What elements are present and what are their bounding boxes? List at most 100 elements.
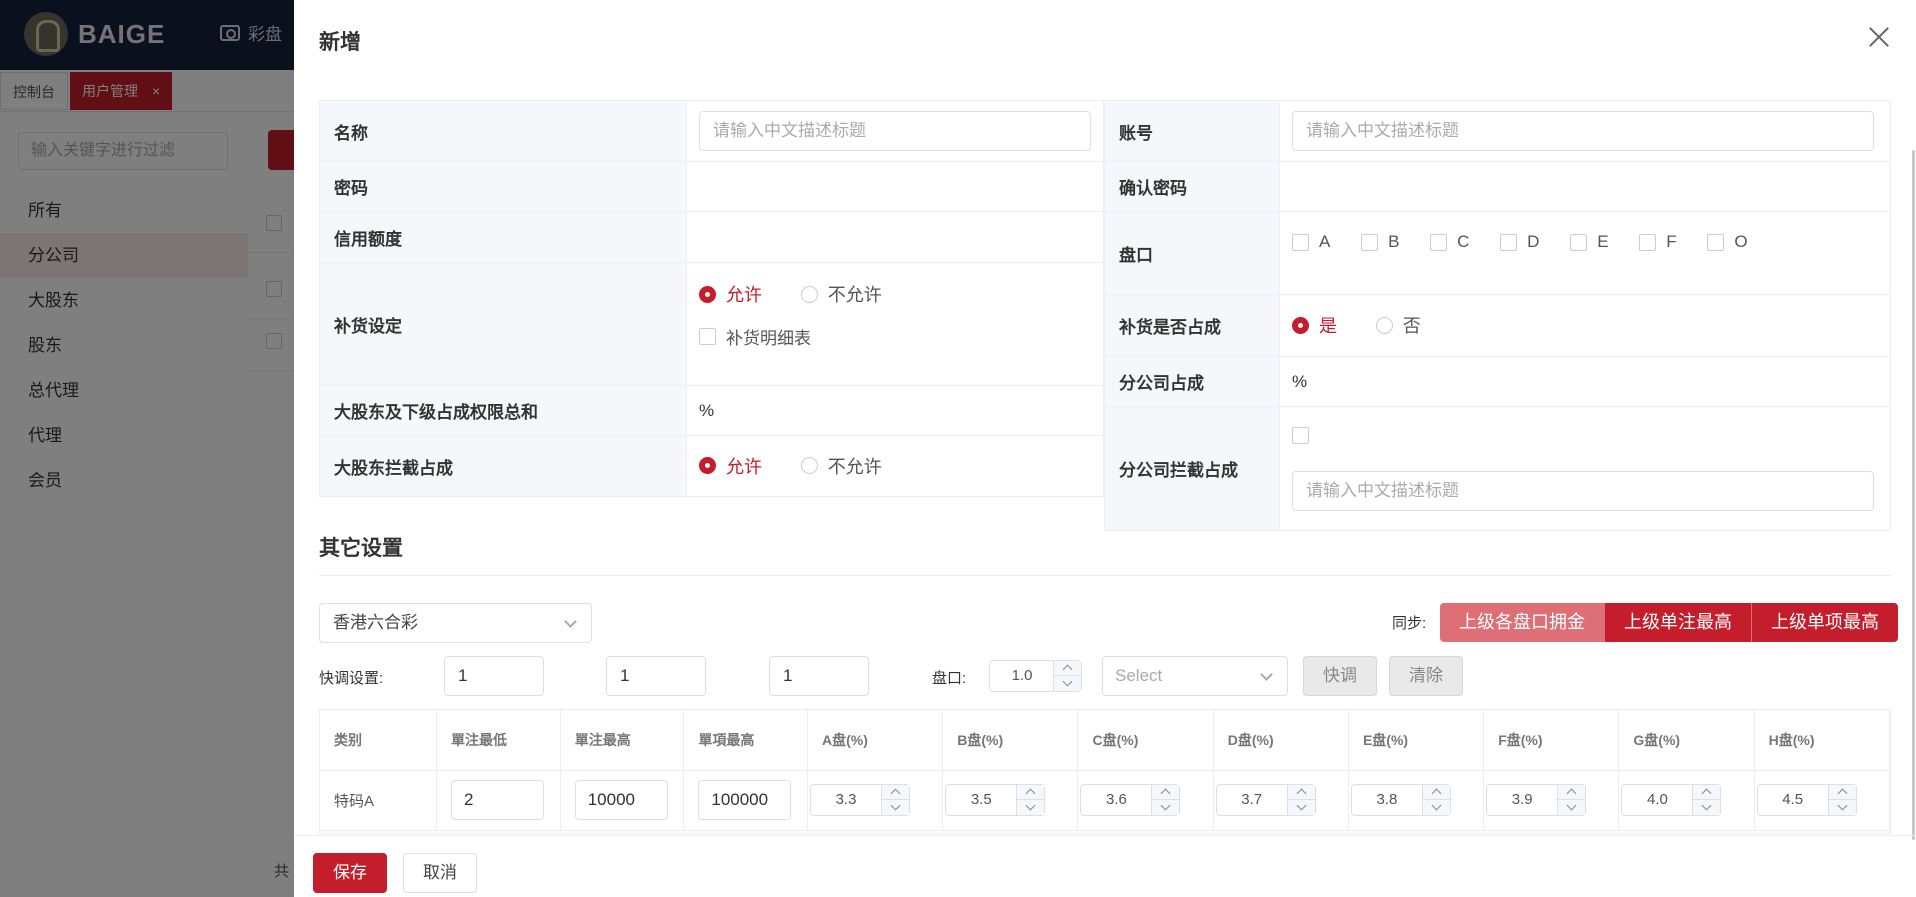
credit-field[interactable] bbox=[686, 211, 1104, 263]
sync-single-max-button[interactable]: 上级单注最高 bbox=[1605, 603, 1752, 642]
branch-intercept-input[interactable]: 请输入中文描述标题 bbox=[1292, 471, 1874, 511]
pankou-checkbox-a[interactable]: A bbox=[1292, 232, 1330, 252]
decrease-icon[interactable] bbox=[1017, 800, 1045, 815]
decrease-icon[interactable] bbox=[1693, 800, 1721, 815]
quick-input-item-max[interactable]: 1 bbox=[769, 656, 869, 696]
rates-table-grid: 类别 單注最低 單注最高 單項最高 A盘(%) B盘(%) C盘(%) D盘(%… bbox=[320, 710, 1890, 831]
rate-e-stepper[interactable]: 3.8 bbox=[1350, 784, 1451, 816]
sync-commission-button[interactable]: 上级各盘口拥金 bbox=[1440, 603, 1605, 642]
sync-item-max-button[interactable]: 上级单项最高 bbox=[1752, 603, 1898, 642]
increase-icon[interactable] bbox=[882, 785, 911, 800]
stepper-arrows[interactable] bbox=[1827, 785, 1857, 815]
stepper-arrows[interactable] bbox=[1557, 785, 1587, 815]
rate-d-stepper[interactable]: 3.7 bbox=[1215, 784, 1316, 816]
pankou-checkbox-c[interactable]: C bbox=[1430, 232, 1469, 252]
rate-cell: 4.5 bbox=[1754, 770, 1890, 831]
checkbox-icon bbox=[1707, 233, 1725, 251]
section-divider bbox=[319, 575, 1891, 576]
quick-input-max[interactable]: 1 bbox=[606, 656, 706, 696]
major-intercept-cell: 允许 不允许 bbox=[686, 435, 1104, 497]
decrease-icon[interactable] bbox=[1423, 800, 1451, 815]
rate-b-stepper[interactable]: 3.5 bbox=[945, 784, 1046, 816]
rate-g-stepper[interactable]: 4.0 bbox=[1621, 784, 1722, 816]
restock-share-no-radio[interactable]: 否 bbox=[1375, 312, 1421, 338]
quick-adjust-button[interactable]: 快调 bbox=[1303, 656, 1377, 696]
stepper-arrows[interactable] bbox=[881, 785, 911, 815]
stepper-arrows[interactable] bbox=[1151, 785, 1181, 815]
item-max-input[interactable]: 100000 bbox=[698, 780, 792, 820]
branch-share-value[interactable]: % bbox=[1279, 356, 1891, 407]
pankou-checkbox-d[interactable]: D bbox=[1500, 232, 1539, 252]
increase-icon[interactable] bbox=[1558, 785, 1587, 800]
category-cell: 特码A bbox=[320, 770, 438, 831]
pankou-checkbox-b[interactable]: B bbox=[1361, 232, 1399, 252]
branch-intercept-label: 分公司拦截占成 bbox=[1104, 406, 1280, 531]
min-input[interactable]: 2 bbox=[451, 780, 545, 820]
pankou-checkbox-e[interactable]: E bbox=[1570, 232, 1609, 252]
form-left: 名称 请输入中文描述标题 密码 信用额度 补货设定 允许 不允许 补货明细表 大… bbox=[319, 100, 1104, 497]
restock-cell: 允许 不允许 补货明细表 bbox=[686, 262, 1104, 386]
restock-share-yes-radio[interactable]: 是 bbox=[1292, 312, 1337, 338]
decrease-icon[interactable] bbox=[1829, 800, 1857, 815]
rate-a-stepper[interactable]: 3.3 bbox=[810, 784, 911, 816]
footer-divider bbox=[294, 835, 1916, 836]
account-input[interactable]: 请输入中文描述标题 bbox=[1292, 111, 1874, 151]
radio-checked-icon bbox=[699, 457, 716, 475]
scrollbar[interactable] bbox=[1912, 150, 1915, 840]
major-total-value[interactable]: % bbox=[686, 385, 1104, 436]
major-intercept-allow-radio[interactable]: 允许 bbox=[699, 453, 762, 479]
stepper-arrows[interactable] bbox=[1692, 785, 1722, 815]
column-header: G盘(%) bbox=[1618, 710, 1755, 771]
restock-allow-radio[interactable]: 允许 bbox=[699, 281, 762, 307]
increase-icon[interactable] bbox=[1693, 785, 1722, 800]
increase-icon[interactable] bbox=[1287, 785, 1316, 800]
restock-share-cell: 是 否 bbox=[1279, 294, 1891, 357]
clear-button[interactable]: 清除 bbox=[1389, 656, 1463, 696]
radio-icon bbox=[800, 285, 818, 303]
stepper-arrows[interactable] bbox=[1016, 785, 1046, 815]
rate-h-stepper[interactable]: 4.5 bbox=[1756, 784, 1857, 816]
game-select[interactable]: 香港六合彩 bbox=[319, 603, 592, 643]
pan-label: 盘口: bbox=[932, 670, 967, 687]
quick-input-min[interactable]: 1 bbox=[444, 656, 544, 696]
stepper-arrows[interactable] bbox=[1421, 785, 1451, 815]
save-button[interactable]: 保存 bbox=[313, 853, 387, 893]
add-drawer: 新增 名称 请输入中文描述标题 密码 信用额度 补货设定 允许 不允许 补货明细… bbox=[294, 0, 1916, 897]
chevron-down-icon bbox=[564, 615, 577, 628]
pankou-select[interactable]: Select bbox=[1102, 656, 1288, 696]
increase-icon[interactable] bbox=[1054, 661, 1082, 676]
rate-cell: 3.6 bbox=[1077, 770, 1214, 831]
increase-icon[interactable] bbox=[1152, 785, 1181, 800]
column-header: H盘(%) bbox=[1754, 710, 1890, 771]
pan-stepper[interactable]: 1.0 bbox=[989, 660, 1082, 692]
name-input[interactable]: 请输入中文描述标题 bbox=[699, 111, 1091, 151]
pankou-checkbox-f[interactable]: F bbox=[1639, 232, 1677, 252]
close-icon[interactable] bbox=[1868, 26, 1890, 48]
major-intercept-disallow-radio[interactable]: 不允许 bbox=[800, 453, 882, 479]
chevron-down-icon bbox=[1260, 668, 1273, 681]
restock-detail-checkbox[interactable]: 补货明细表 bbox=[699, 324, 811, 349]
increase-icon[interactable] bbox=[1828, 785, 1857, 800]
stepper-arrows[interactable] bbox=[1053, 661, 1082, 691]
cancel-button[interactable]: 取消 bbox=[403, 853, 477, 893]
rate-c-stepper[interactable]: 3.6 bbox=[1080, 784, 1181, 816]
table-header-row: 类别 單注最低 單注最高 單項最高 A盘(%) B盘(%) C盘(%) D盘(%… bbox=[320, 710, 1890, 771]
increase-icon[interactable] bbox=[1017, 785, 1046, 800]
restock-disallow-radio[interactable]: 不允许 bbox=[800, 281, 882, 307]
confirm-password-field[interactable] bbox=[1279, 161, 1891, 212]
decrease-icon[interactable] bbox=[1054, 676, 1082, 691]
max-input[interactable]: 10000 bbox=[574, 780, 668, 820]
password-field[interactable] bbox=[686, 161, 1104, 212]
rate-value: 4.0 bbox=[1646, 791, 1668, 808]
decrease-icon[interactable] bbox=[1558, 800, 1586, 815]
pankou-checkbox-o[interactable]: O bbox=[1707, 232, 1748, 252]
decrease-icon[interactable] bbox=[1288, 800, 1316, 815]
rates-table: 类别 單注最低 單注最高 單項最高 A盘(%) B盘(%) C盘(%) D盘(%… bbox=[319, 709, 1891, 834]
stepper-arrows[interactable] bbox=[1286, 785, 1316, 815]
decrease-icon[interactable] bbox=[1152, 800, 1180, 815]
increase-icon[interactable] bbox=[1422, 785, 1451, 800]
quick-settings-label: 快调设置: bbox=[319, 670, 384, 687]
rate-f-stepper[interactable]: 3.9 bbox=[1486, 784, 1587, 816]
branch-intercept-checkbox[interactable] bbox=[1292, 427, 1309, 444]
decrease-icon[interactable] bbox=[882, 800, 910, 815]
